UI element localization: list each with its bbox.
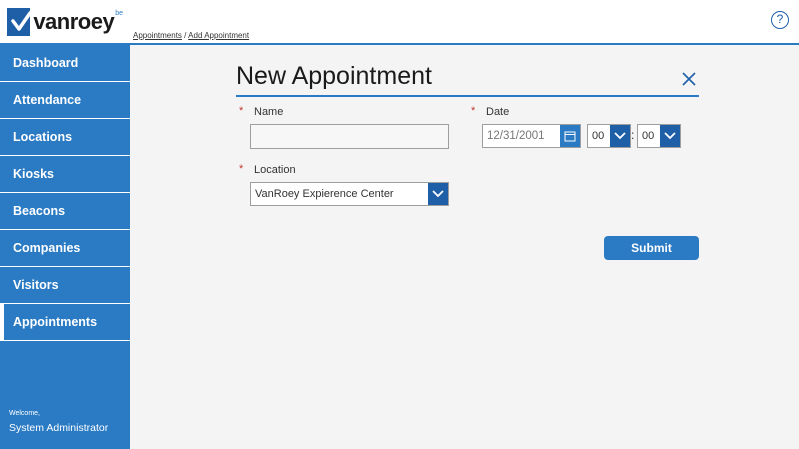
location-value: VanRoey Expierence Center [255,188,394,200]
date-value: 12/31/2001 [487,130,545,142]
name-field[interactable] [250,124,449,149]
chevron-down-icon[interactable] [610,125,630,147]
location-required-marker: * [239,163,244,175]
page-title: New Appointment [236,62,432,90]
title-divider [236,95,699,97]
user-name: System Administrator [9,422,109,434]
location-label: Location [254,164,296,176]
breadcrumb-add-appointment-link[interactable]: Add Appointment [188,31,249,40]
date-label: Date [486,106,510,118]
name-label: Name [254,106,284,118]
welcome-label: Welcome, [9,410,40,417]
calendar-icon[interactable] [560,125,580,147]
sidebar-item-kiosks[interactable]: Kiosks [0,156,130,193]
minute-select[interactable]: 00 [637,124,681,148]
name-required-marker: * [239,105,244,117]
chevron-down-icon[interactable] [660,125,680,147]
breadcrumb-appointments-link[interactable]: Appointments [133,31,182,40]
sidebar-item-appointments[interactable]: Appointments [0,304,130,341]
date-field[interactable]: 12/31/2001 [482,124,581,148]
time-separator: : [631,128,635,142]
minute-value: 00 [642,130,655,142]
sidebar: Dashboard Attendance Locations Kiosks Be… [0,45,130,449]
logo-superscript: be [115,9,123,17]
logo-check-icon [7,8,32,36]
sidebar-item-attendance[interactable]: Attendance [0,82,130,119]
chevron-down-icon[interactable] [428,183,448,205]
location-select[interactable]: VanRoey Expierence Center [250,182,449,206]
top-header: vanroey be Appointments / Add Appointmen… [0,0,799,45]
welcome-block: Welcome, System Administrator [9,410,108,434]
close-icon[interactable] [680,70,698,88]
breadcrumb: Appointments / Add Appointment [133,31,249,40]
sidebar-item-visitors[interactable]: Visitors [0,267,130,304]
hour-select[interactable]: 00 [587,124,631,148]
logo-text: vanroey [33,9,115,34]
submit-button[interactable]: Submit [604,236,699,260]
hour-value: 00 [592,130,605,142]
sidebar-item-companies[interactable]: Companies [0,230,130,267]
breadcrumb-separator: / [184,31,187,40]
sidebar-item-locations[interactable]: Locations [0,119,130,156]
help-icon[interactable]: ? [771,11,789,29]
vanroey-logo[interactable]: vanroey be [7,6,123,38]
sidebar-item-beacons[interactable]: Beacons [0,193,130,230]
date-required-marker: * [471,105,476,117]
sidebar-item-dashboard[interactable]: Dashboard [0,45,130,82]
